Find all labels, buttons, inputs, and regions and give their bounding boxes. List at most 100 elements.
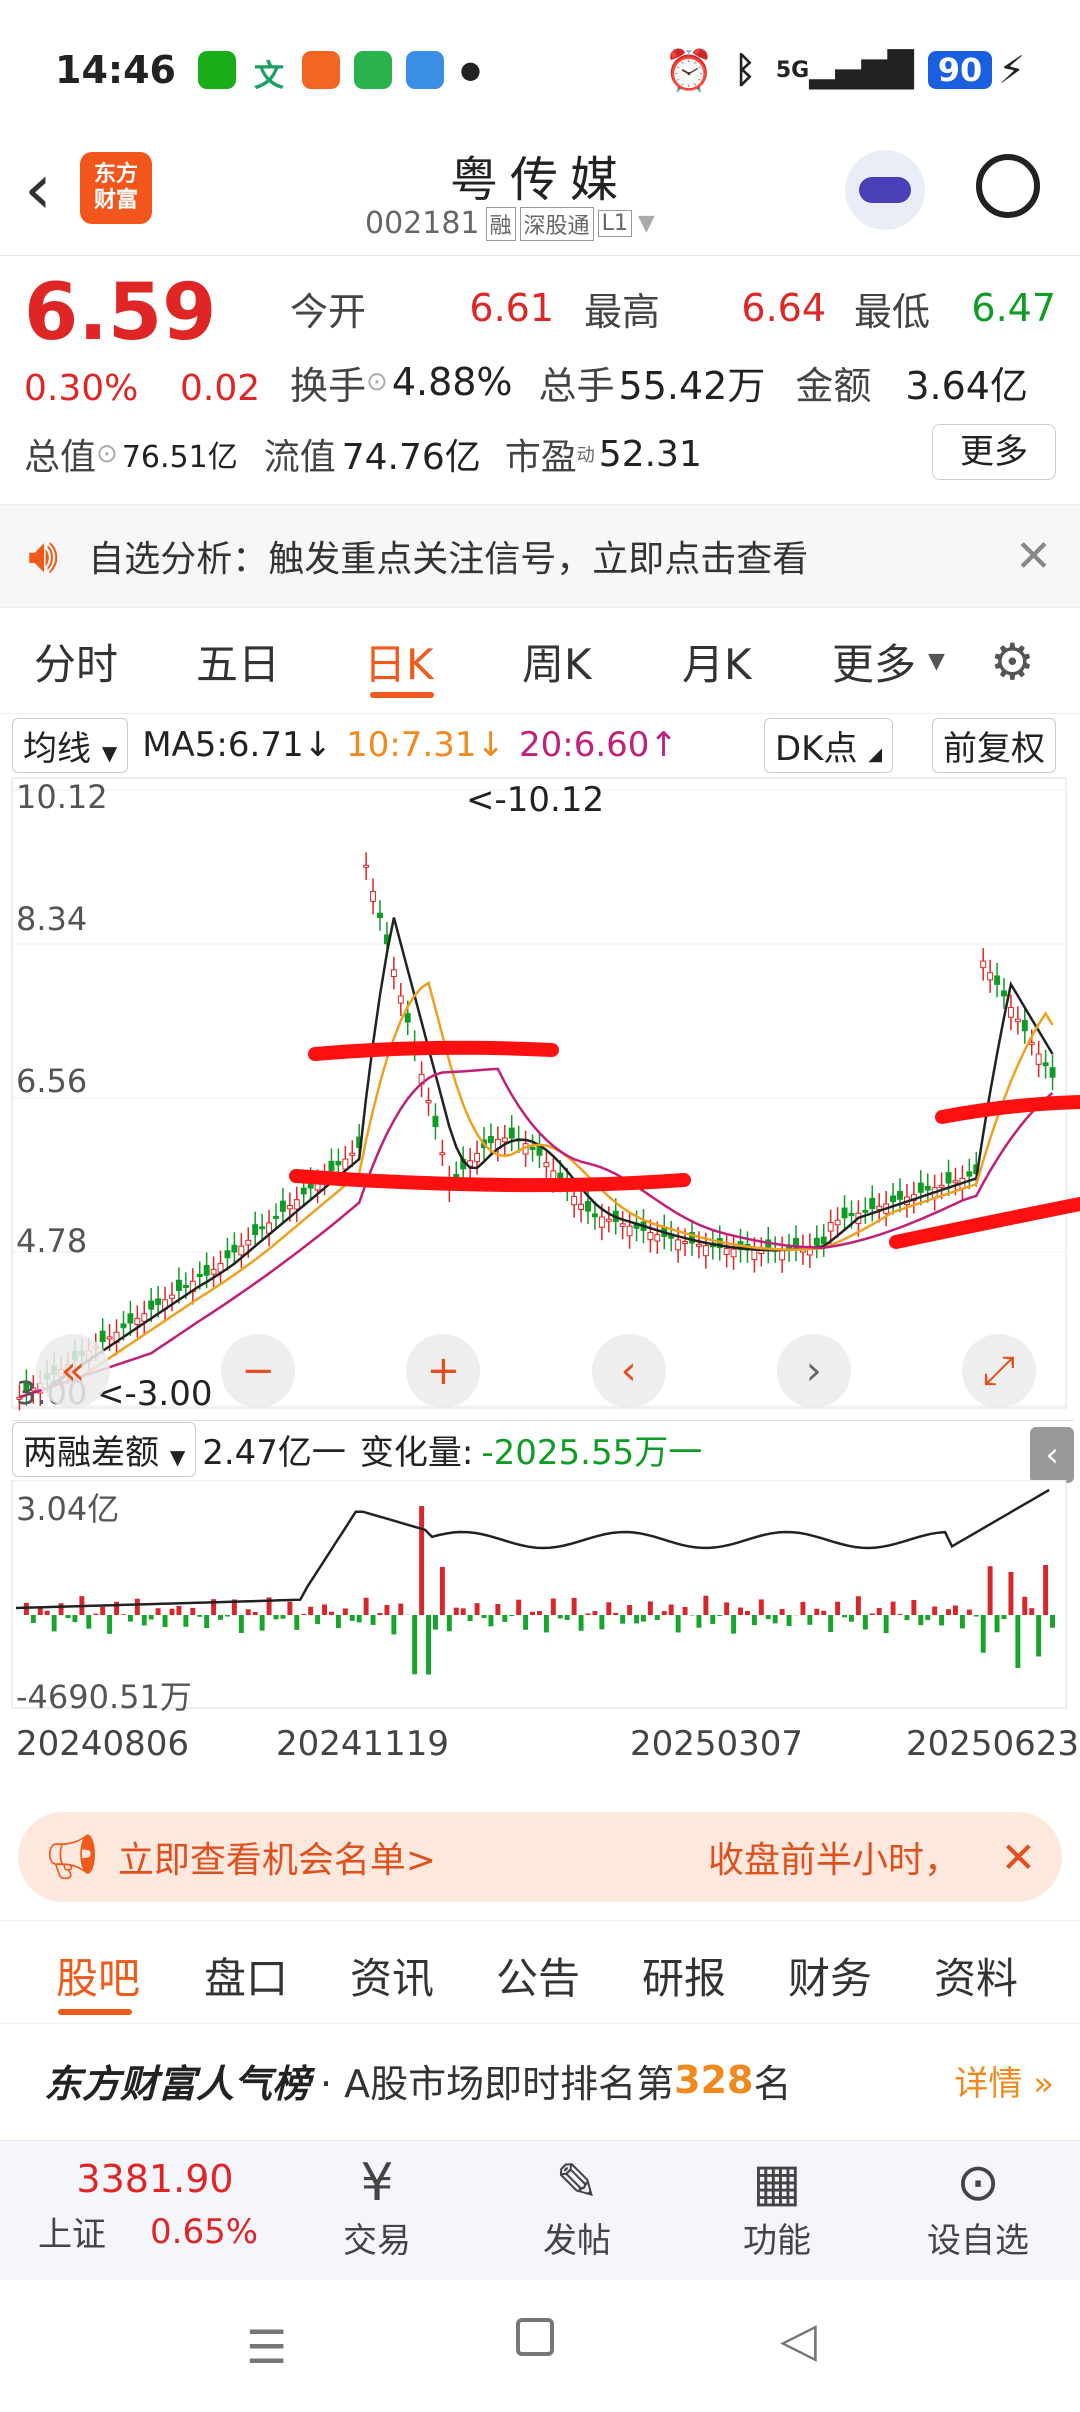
- margin-bar: [37, 1607, 43, 1615]
- ma-selector[interactable]: 均线 ▼: [12, 717, 129, 773]
- opportunity-banner[interactable]: 📢︎ 立即查看机会名单> 收盘前半小时， ✕: [18, 1812, 1062, 1902]
- robot-avatar[interactable]: [845, 150, 925, 230]
- back-nav-icon[interactable]: ◁: [780, 2312, 817, 2368]
- next-icon[interactable]: ›: [776, 1334, 851, 1408]
- margin-bar: [329, 1611, 334, 1615]
- margin-bar: [980, 1615, 986, 1653]
- candle-body: [231, 1244, 238, 1253]
- kline-chart[interactable]: [0, 772, 1080, 1412]
- function-button[interactable]: ▦ 功能: [722, 2153, 832, 2262]
- candle-body: [890, 1195, 897, 1203]
- tab-profile[interactable]: 资料: [934, 1945, 1018, 2006]
- popularity-rank[interactable]: 东方财富人气榜 · A股市场即时排名第 328 名 详情 »: [44, 2050, 1054, 2110]
- tab-daily-k[interactable]: 日K: [364, 631, 434, 692]
- close-icon[interactable]: ✕: [1015, 531, 1052, 582]
- candle-body: [529, 1146, 536, 1150]
- tab-news[interactable]: 资讯: [350, 1945, 434, 2006]
- candle-body: [675, 1239, 682, 1251]
- tag-connect: 深股通: [519, 206, 594, 241]
- tab-finance[interactable]: 财务: [788, 1945, 872, 2006]
- mcap-value: 76.51亿: [121, 440, 238, 475]
- search-icon[interactable]: [976, 154, 1040, 218]
- zoom-in-icon[interactable]: +: [406, 1334, 481, 1408]
- margin-bar: [453, 1607, 459, 1615]
- candle-body: [349, 1152, 356, 1156]
- candle-body: [585, 1201, 591, 1212]
- margin-bar: [349, 1615, 355, 1621]
- candle-body: [501, 1137, 508, 1143]
- menu-icon[interactable]: ☰: [246, 2320, 287, 2374]
- mcap-label: 总值: [24, 437, 97, 478]
- margin-bar: [308, 1606, 314, 1615]
- change-value: -2025.55万一: [481, 1433, 703, 1473]
- indicator-selector[interactable]: 两融差额 ▼: [12, 1422, 197, 1477]
- more-dot-icon: ●: [459, 56, 481, 84]
- y-tick-4: 4.78: [16, 1222, 88, 1260]
- rank-detail-link[interactable]: 详情 »: [954, 2056, 1054, 2105]
- grid-icon: ▦: [752, 2153, 802, 2213]
- tab-orderbook[interactable]: 盘口: [204, 1945, 288, 2006]
- banner-close-icon[interactable]: ✕: [1001, 1833, 1036, 1882]
- margin-bar: [772, 1615, 778, 1624]
- candle-body: [286, 1205, 293, 1210]
- margin-bar: [155, 1608, 161, 1615]
- tab-more[interactable]: 更多: [832, 631, 916, 692]
- margin-bar: [495, 1604, 501, 1615]
- margin-bar: [72, 1615, 78, 1623]
- settings-icon[interactable]: ⚙: [990, 633, 1035, 691]
- dk-point-button[interactable]: DK点 ◢: [764, 717, 894, 773]
- candle-body: [1028, 1041, 1035, 1045]
- status-bar: 14:46 文 ● ⏰ ᛒ 5G ▂▄▆█ 90 ⚡: [0, 0, 1080, 140]
- candle-body: [363, 864, 370, 868]
- margin-bar: [696, 1615, 702, 1628]
- margin-bar: [647, 1601, 653, 1615]
- notice-bar[interactable]: 🔊︎ 自选分析：触发重点关注信号，立即点击查看 ✕: [0, 504, 1080, 608]
- candle-body: [1035, 1053, 1042, 1065]
- margin-bar: [821, 1610, 827, 1615]
- margin-bar: [897, 1614, 903, 1615]
- tab-monthly-k[interactable]: 月K: [682, 631, 752, 692]
- trade-button[interactable]: ¥ 交易: [322, 2153, 432, 2262]
- candle-body: [474, 1153, 481, 1163]
- margin-bar: [141, 1615, 147, 1626]
- post-button[interactable]: ✎ 发帖: [522, 2153, 632, 2262]
- margin-bar: [335, 1615, 341, 1629]
- prev-icon[interactable]: ‹: [591, 1334, 666, 1408]
- collapse-icon[interactable]: ‹: [1030, 1427, 1074, 1483]
- candle-body: [869, 1197, 876, 1210]
- fullscreen-icon[interactable]: ⤢: [961, 1334, 1036, 1408]
- add-watchlist-button[interactable]: ⊙ 设自选: [908, 2153, 1048, 2262]
- margin-bar: [814, 1608, 820, 1615]
- candle-body: [127, 1313, 134, 1324]
- battery-level: 90: [927, 51, 993, 89]
- candle-body: [210, 1268, 217, 1275]
- candle-body: [300, 1187, 307, 1195]
- home-icon[interactable]: [516, 2318, 554, 2356]
- x-axis: 20240806 20241119 20250307 20250623: [0, 1708, 1080, 1788]
- candle-body: [924, 1185, 931, 1191]
- adjust-button[interactable]: 前复权: [932, 717, 1056, 773]
- index-ticker[interactable]: 3381.90 上证 0.65%: [20, 2157, 290, 2256]
- candle-body: [1021, 1019, 1028, 1032]
- zoom-out-icon[interactable]: −: [221, 1334, 296, 1408]
- dropdown-icon: ▼: [637, 211, 655, 236]
- candle-body: [682, 1241, 689, 1245]
- more-button[interactable]: 更多: [932, 424, 1056, 480]
- margin-bar: [758, 1599, 764, 1615]
- rewind-icon[interactable]: «: [36, 1334, 110, 1408]
- tab-announce[interactable]: 公告: [496, 1945, 580, 2006]
- tab-forum[interactable]: 股吧: [56, 1945, 140, 2006]
- stock-code-row[interactable]: 002181 融 深股通 L1 ▼: [365, 206, 655, 241]
- tab-research[interactable]: 研报: [642, 1945, 726, 2006]
- change-label: 变化量:: [359, 1433, 474, 1473]
- alarm-icon: ⏰: [664, 47, 715, 94]
- tab-five-day[interactable]: 五日: [196, 631, 280, 692]
- tab-weekly-k[interactable]: 周K: [522, 631, 592, 692]
- margin-bar: [661, 1611, 667, 1615]
- candle-body: [155, 1298, 162, 1305]
- margin-bar: [530, 1611, 535, 1615]
- margin-bar: [127, 1615, 133, 1622]
- tab-intraday[interactable]: 分时: [34, 631, 118, 692]
- margin-bar: [1022, 1596, 1028, 1615]
- margin-bar: [439, 1566, 445, 1615]
